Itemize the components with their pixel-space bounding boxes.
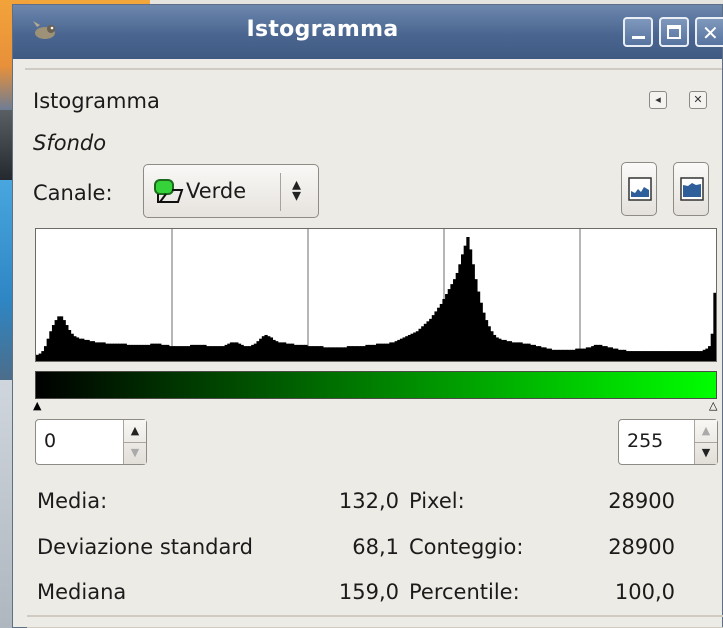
top-separator xyxy=(25,60,722,70)
median-value: 159,0 xyxy=(338,580,399,604)
spinner-buttons: ▲ ▼ xyxy=(123,420,146,464)
panel-menu-button[interactable]: ◂ xyxy=(649,91,667,109)
decrement-button[interactable]: ▼ xyxy=(124,442,146,464)
spinner-buttons: ▲ ▼ xyxy=(694,420,717,464)
increment-button[interactable]: ▲ xyxy=(695,420,717,443)
maximize-button[interactable] xyxy=(659,17,689,47)
title-bar[interactable]: Istogramma ✕ xyxy=(13,5,723,59)
logarithmic-histogram-icon xyxy=(680,177,704,201)
minimize-button[interactable] xyxy=(623,17,653,47)
pixels-value: 28900 xyxy=(608,489,675,513)
range-low-spinner[interactable]: 0 ▲ ▼ xyxy=(35,419,147,465)
histogram-dialog: Istogramma ✕ Istogramma Sfondo ◂ ✕ Canal… xyxy=(12,4,723,628)
green-channel-icon xyxy=(154,179,184,203)
linear-histogram-button[interactable] xyxy=(621,162,657,216)
std-dev-label: Deviazione standard xyxy=(37,535,253,559)
channel-label: Canale: xyxy=(33,181,113,205)
range-high-value: 255 xyxy=(627,430,664,452)
histogram-bin xyxy=(713,292,717,361)
percentile-label: Percentile: xyxy=(409,580,520,604)
updown-arrows-icon: ▴ ▾ xyxy=(292,174,302,206)
count-label: Conteggio: xyxy=(409,535,524,559)
percentile-value: 100,0 xyxy=(614,580,675,604)
close-small-icon: ✕ xyxy=(693,93,703,106)
histogram-bars xyxy=(36,237,717,361)
window-title: Istogramma xyxy=(246,17,399,42)
std-dev-value: 68,1 xyxy=(352,535,399,559)
close-icon: ✕ xyxy=(702,21,719,45)
bottom-separator xyxy=(27,615,723,628)
mean-label: Media: xyxy=(37,489,108,513)
histogram-grid xyxy=(171,229,581,361)
triangle-left-icon: ◂ xyxy=(655,93,661,106)
range-high-spinner[interactable]: 255 ▲ ▼ xyxy=(618,419,718,465)
channel-select[interactable]: Verde ▴ ▾ xyxy=(143,164,319,218)
layer-name: Sfondo xyxy=(33,131,107,155)
maximize-icon xyxy=(667,25,681,39)
logarithmic-histogram-button[interactable] xyxy=(673,162,709,216)
channel-value: Verde xyxy=(186,179,247,203)
panel-close-button[interactable]: ✕ xyxy=(689,91,707,109)
count-value: 28900 xyxy=(608,535,675,559)
histogram-chart xyxy=(36,229,717,361)
close-button[interactable]: ✕ xyxy=(695,17,723,47)
combo-divider xyxy=(280,173,281,211)
range-low-value: 0 xyxy=(44,430,57,452)
histogram-view[interactable] xyxy=(35,228,717,362)
panel-title: Istogramma xyxy=(33,89,160,113)
low-range-marker[interactable]: ▲ xyxy=(33,399,41,412)
median-label: Mediana xyxy=(37,580,127,604)
channel-gradient-bar[interactable] xyxy=(35,371,717,399)
pixels-label: Pixel: xyxy=(409,489,465,513)
high-range-marker[interactable]: △ xyxy=(709,399,717,412)
increment-button[interactable]: ▲ xyxy=(124,420,146,443)
mean-value: 132,0 xyxy=(338,489,399,513)
minimize-icon xyxy=(632,36,645,39)
linear-histogram-icon xyxy=(628,177,652,201)
decrement-button[interactable]: ▼ xyxy=(695,442,717,464)
